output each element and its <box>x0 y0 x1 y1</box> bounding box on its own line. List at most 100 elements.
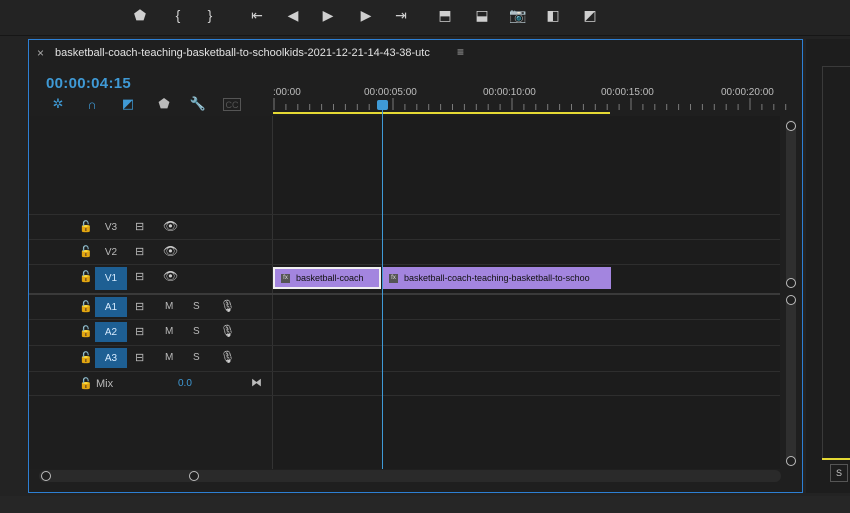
playhead-handle[interactable] <box>377 100 388 110</box>
horizontal-zoom-scrollbar[interactable] <box>39 470 781 482</box>
linked-selection-icon[interactable]: ∩ <box>83 96 101 112</box>
mix-label: Mix <box>96 378 114 390</box>
snap-in-sequence-icon[interactable]: ✲ <box>49 96 67 112</box>
track-header-v3: 🔓 V3 ⊟ 👁 <box>29 214 273 239</box>
track-header-v1: 🔓 V1 ⊟ 👁 <box>29 264 273 291</box>
mix-volume-value[interactable]: 0.0 <box>178 378 192 389</box>
track-lane-mix[interactable] <box>273 371 780 396</box>
track-area[interactable]: fx basketball-coach fx basketball-coach-… <box>273 116 780 469</box>
track-headers: 🔓 V3 ⊟ 👁 🔓 V2 ⊟ 👁 🔓 V1 ⊟ 👁 🔓 A1 ⊟ M S 🎙 … <box>29 116 273 469</box>
sync-lock-icon[interactable]: ⊟ <box>135 245 144 258</box>
work-area-bar[interactable] <box>273 112 610 114</box>
track-header-a3: 🔓 A3 ⊟ M S 🎙 <box>29 345 273 370</box>
lock-icon[interactable]: 🔓 <box>79 245 93 258</box>
track-lane-a3[interactable] <box>273 345 780 370</box>
lock-icon[interactable]: 🔓 <box>79 351 93 364</box>
sync-lock-icon[interactable]: ⊟ <box>135 270 144 283</box>
fx-badge: fx <box>389 273 398 283</box>
eye-icon[interactable]: 👁 <box>163 244 178 258</box>
scroll-handle[interactable] <box>786 121 796 131</box>
compare-icon[interactable]: ◧ <box>541 4 565 26</box>
mark-out-icon[interactable]: } <box>198 4 222 26</box>
go-to-in-icon[interactable]: ⇤ <box>245 4 269 26</box>
track-target-a1[interactable]: A1 <box>95 297 127 317</box>
clip-label: basketball-coach <box>296 273 364 283</box>
track-header-a1: 🔓 A1 ⊟ M S 🎙 <box>29 293 273 318</box>
status-bar <box>0 496 850 513</box>
track-header-mix: 🔓 Mix 0.0 ⧓ <box>29 371 273 396</box>
clip[interactable]: fx basketball-coach-teaching-basketball-… <box>383 267 611 289</box>
time-ruler[interactable]: :00:00 00:00:05:00 00:00:10:00 00:00:15:… <box>273 68 787 116</box>
settings-wrench-icon[interactable]: 🔧 <box>189 96 207 112</box>
lock-icon[interactable]: 🔓 <box>79 220 93 233</box>
sync-lock-icon[interactable]: ⊟ <box>135 300 144 313</box>
panel-menu-icon[interactable]: ≡ <box>457 45 464 59</box>
microphone-icon[interactable]: 🎙 <box>220 350 235 364</box>
export-frame-icon[interactable]: 📷 <box>506 4 530 26</box>
mute-button[interactable]: M <box>165 301 173 312</box>
lock-icon[interactable]: 🔓 <box>79 300 93 313</box>
solo-button[interactable]: S <box>193 301 200 312</box>
lock-icon[interactable]: 🔓 <box>79 377 93 390</box>
mute-button[interactable]: M <box>165 352 173 363</box>
scroll-handle[interactable] <box>786 295 796 305</box>
track-lane-v3[interactable] <box>273 214 780 239</box>
fx-badge: fx <box>281 273 290 283</box>
clip-label: basketball-coach-teaching-basketball-to-… <box>404 273 590 283</box>
solo-button[interactable]: S <box>193 352 200 363</box>
zoom-handle-right[interactable] <box>189 471 199 481</box>
mark-in-icon[interactable]: { <box>166 4 190 26</box>
button-editor-icon[interactable]: ◩ <box>578 4 602 26</box>
track-lane-v1[interactable]: fx basketball-coach fx basketball-coach-… <box>273 264 780 291</box>
eye-icon[interactable]: 👁 <box>163 219 178 233</box>
sync-lock-icon[interactable]: ⊟ <box>135 351 144 364</box>
track-target-v2[interactable]: V2 <box>95 242 127 262</box>
divider <box>0 35 850 36</box>
program-panel-edge: S <box>806 39 850 493</box>
lock-icon[interactable]: 🔓 <box>79 270 93 283</box>
insert-overwrite-icon[interactable]: ◩ <box>119 96 137 112</box>
playhead-timecode[interactable]: 00:00:04:15 <box>46 75 131 92</box>
close-tab-icon[interactable]: × <box>37 46 44 60</box>
lift-icon[interactable]: ⬒ <box>433 4 457 26</box>
track-target-v3[interactable]: V3 <box>95 217 127 237</box>
track-target-a3[interactable]: A3 <box>95 348 127 368</box>
solo-button[interactable]: S <box>193 326 200 337</box>
sequence-name[interactable]: basketball-coach-teaching-basketball-to-… <box>55 47 430 59</box>
track-header-v2: 🔓 V2 ⊟ 👁 <box>29 239 273 264</box>
sequence-tab: × basketball-coach-teaching-basketball-t… <box>29 40 802 68</box>
zoom-handle-left[interactable] <box>41 471 51 481</box>
track-lane-a2[interactable] <box>273 319 780 344</box>
microphone-icon[interactable]: 🎙 <box>220 299 235 313</box>
timeline-panel: × basketball-coach-teaching-basketball-t… <box>28 39 803 493</box>
video-scrollbar[interactable] <box>786 120 796 288</box>
sync-lock-icon[interactable]: ⊟ <box>135 220 144 233</box>
track-lane-a1[interactable] <box>273 293 780 318</box>
microphone-icon[interactable]: 🎙 <box>220 324 235 338</box>
playhead-line <box>382 108 383 469</box>
lock-icon[interactable]: 🔓 <box>79 325 93 338</box>
captions-icon[interactable]: CC <box>223 98 241 111</box>
track-target-v1[interactable]: V1 <box>95 267 127 290</box>
eye-icon[interactable]: 👁 <box>163 269 178 283</box>
sync-lock-icon[interactable]: ⊟ <box>135 325 144 338</box>
vertical-scrollbars <box>780 116 802 469</box>
step-back-icon[interactable]: ◀ <box>281 4 305 26</box>
scroll-handle[interactable] <box>786 456 796 466</box>
add-marker-tool-icon[interactable]: ⬟ <box>155 96 173 112</box>
panel-frame <box>822 66 850 459</box>
extract-icon[interactable]: ⬓ <box>470 4 494 26</box>
scroll-handle[interactable] <box>786 278 796 288</box>
step-forward-icon[interactable]: ▶ <box>354 4 378 26</box>
go-to-out-icon[interactable]: ⇥ <box>389 4 413 26</box>
track-lane-v2[interactable] <box>273 239 780 264</box>
ruler-ticks <box>273 98 787 110</box>
panel-button[interactable]: S <box>830 464 848 482</box>
audio-scrollbar[interactable] <box>786 296 796 464</box>
mute-button[interactable]: M <box>165 326 173 337</box>
add-marker-icon[interactable]: ⬟ <box>128 4 152 26</box>
track-target-a2[interactable]: A2 <box>95 322 127 342</box>
play-icon[interactable]: ▶ <box>316 4 340 26</box>
clip[interactable]: fx basketball-coach <box>273 267 381 289</box>
mix-end-icon[interactable]: ⧓ <box>251 376 262 389</box>
